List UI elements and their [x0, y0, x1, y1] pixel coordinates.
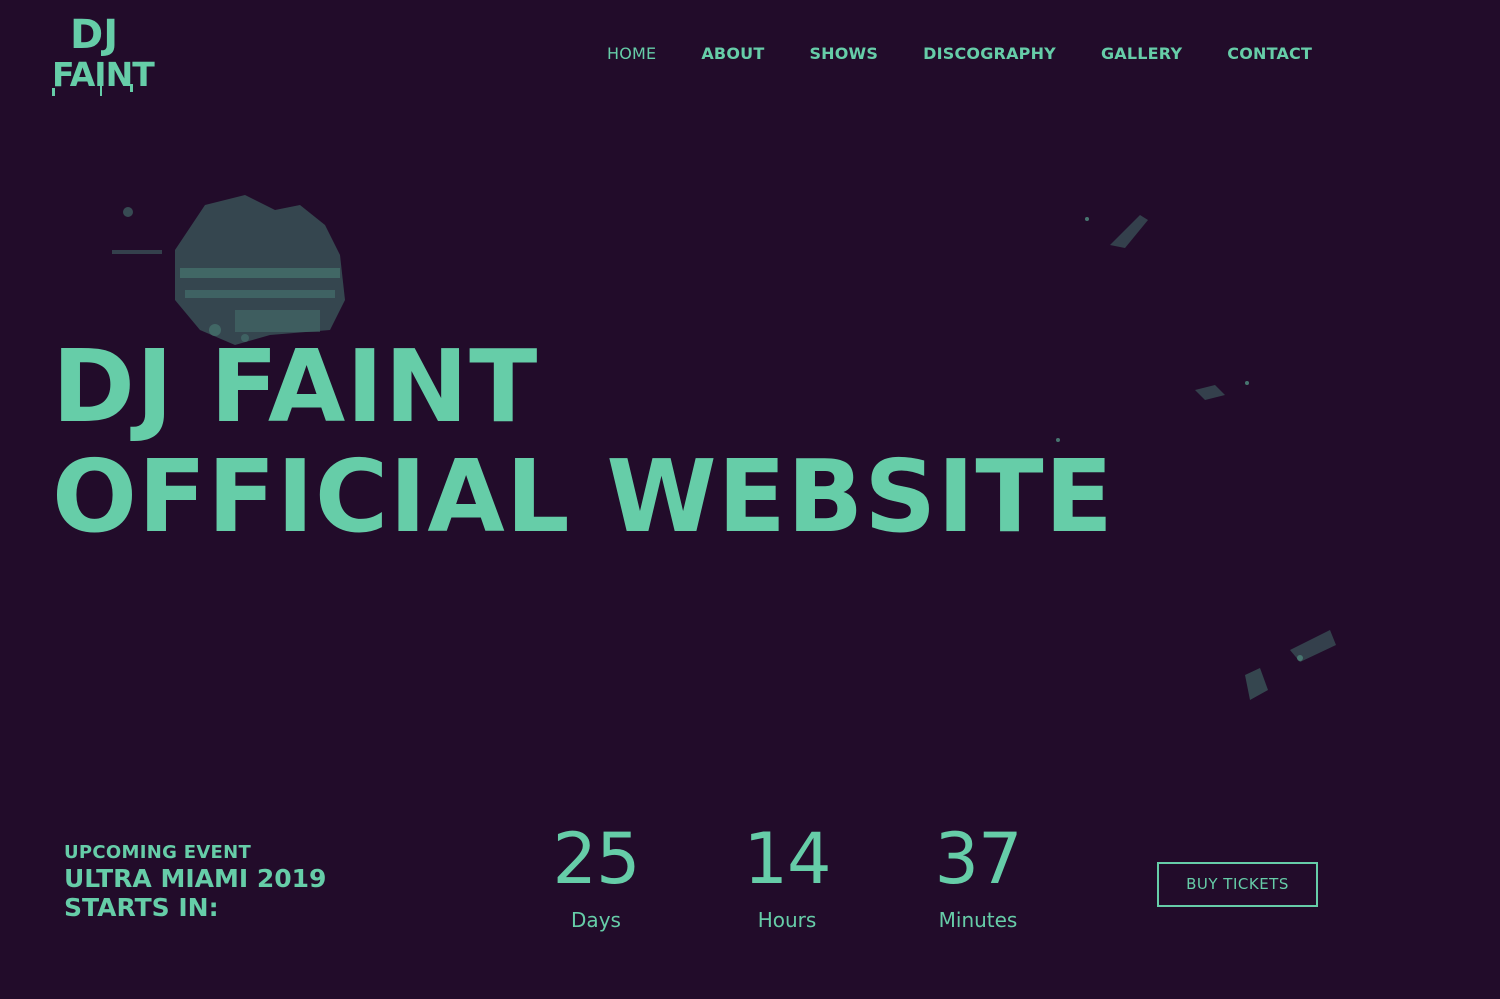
- countdown-minutes-label: Minutes: [938, 908, 1018, 932]
- hero-title: DJ FAINT OFFICIAL WEBSITE: [52, 332, 1114, 552]
- main-nav: HOME ABOUT SHOWS DISCOGRAPHY GALLERY CON…: [607, 42, 1312, 68]
- countdown-minutes-value: 37: [934, 818, 1022, 900]
- countdown-days: 25 Days: [521, 818, 671, 933]
- nav-about[interactable]: ABOUT: [701, 42, 764, 68]
- logo-text-dj: DJ: [70, 12, 118, 58]
- nav-shows[interactable]: SHOWS: [809, 42, 878, 68]
- nav-gallery[interactable]: GALLERY: [1101, 42, 1182, 68]
- buy-tickets-button[interactable]: BUY TICKETS: [1157, 862, 1318, 907]
- countdown-minutes: 37 Minutes: [903, 818, 1053, 933]
- countdown-days-label: Days: [571, 908, 621, 932]
- nav-contact[interactable]: CONTACT: [1227, 42, 1312, 68]
- countdown-hours-label: Hours: [757, 908, 817, 932]
- nav-home[interactable]: HOME: [607, 42, 656, 68]
- hero-title-line-2: OFFICIAL WEBSITE: [52, 438, 1114, 555]
- event-starts-in: STARTS IN:: [64, 893, 219, 922]
- nav-discography[interactable]: DISCOGRAPHY: [923, 42, 1056, 68]
- countdown-hours: 14 Hours: [712, 818, 862, 933]
- countdown-hours-value: 14: [743, 818, 831, 900]
- hero-title-line-1: DJ FAINT: [52, 328, 539, 445]
- upcoming-event: UPCOMING EVENT ULTRA MIAMI 2019 STARTS I…: [64, 842, 326, 922]
- dj-faint-logo[interactable]: DJ FAINT: [50, 12, 156, 96]
- event-kicker: UPCOMING EVENT: [64, 842, 252, 863]
- logo-text-faint: FAINT: [52, 55, 155, 94]
- countdown-days-value: 25: [552, 818, 640, 900]
- event-name: ULTRA MIAMI 2019: [64, 864, 327, 893]
